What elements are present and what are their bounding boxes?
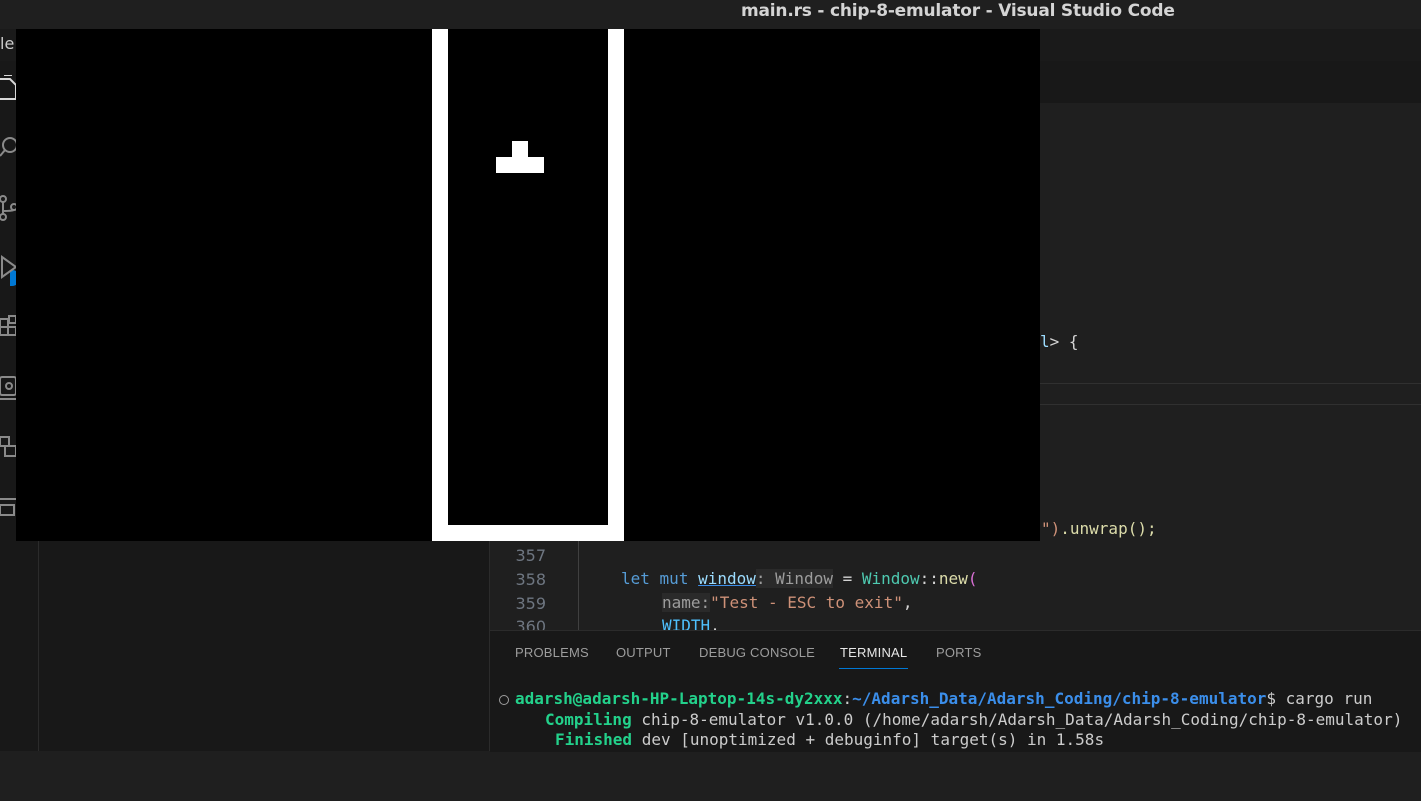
line-number: 358 bbox=[515, 570, 546, 589]
string-literal: "Test - ESC to exit" bbox=[710, 593, 903, 612]
editor-tabs-strip bbox=[1040, 61, 1421, 104]
line-number: 357 bbox=[515, 546, 546, 565]
finished-label: Finished bbox=[555, 730, 633, 749]
editor-divider bbox=[1040, 404, 1421, 405]
code-token: ") bbox=[1041, 519, 1061, 538]
type-hint: : Window bbox=[755, 569, 833, 588]
terminal-finished-line: Finished dev [unoptimized + debuginfo] t… bbox=[555, 730, 1104, 749]
title-bar: main.rs - chip-8-emulator - Visual Studi… bbox=[0, 0, 1421, 29]
variable-window[interactable]: window bbox=[698, 569, 756, 588]
code-token: = bbox=[832, 569, 862, 588]
type-window: Window bbox=[861, 569, 920, 588]
terminal-prompt-line: adarsh@adarsh-HP-Laptop-14s-dy2xxx:~/Ada… bbox=[515, 689, 1372, 708]
emulator-window[interactable] bbox=[16, 29, 1040, 541]
well-right-wall bbox=[608, 29, 624, 541]
tab-terminal[interactable]: TERMINAL bbox=[840, 645, 907, 660]
function-new: new bbox=[938, 569, 968, 588]
active-tab-indicator bbox=[839, 668, 908, 669]
code-token: ( bbox=[967, 569, 978, 588]
code-fragment-generic: l> { bbox=[1040, 332, 1079, 351]
terminal-path: ~/Adarsh_Data/Adarsh_Coding/chip-8-emula… bbox=[852, 689, 1267, 708]
line-number: 360 bbox=[515, 617, 546, 630]
keyword-mut: mut bbox=[659, 569, 689, 588]
well-floor bbox=[432, 525, 624, 541]
window-title: main.rs - chip-8-emulator - Visual Studi… bbox=[741, 1, 1175, 21]
code-token: .unwrap(); bbox=[1060, 519, 1157, 538]
explorer-sidebar bbox=[39, 541, 490, 751]
code-token: > { bbox=[1049, 332, 1079, 351]
finished-text: dev [unoptimized + debuginfo] target(s) … bbox=[632, 730, 1105, 749]
tab-debug-console[interactable]: DEBUG CONSOLE bbox=[699, 645, 815, 660]
code-fragment-unwrap: ").unwrap(); bbox=[1041, 519, 1157, 538]
bottom-panel: PROBLEMS OUTPUT DEBUG CONSOLE TERMINAL P… bbox=[490, 630, 1421, 752]
terminal-compiling-line: Compiling chip-8-emulator v1.0.0 (/home/… bbox=[545, 710, 1402, 729]
falling-piece-top bbox=[512, 141, 528, 157]
code-token: , bbox=[710, 616, 720, 630]
indent-guide bbox=[578, 541, 579, 630]
command-status-icon bbox=[499, 695, 509, 705]
keyword-let: let bbox=[621, 569, 650, 588]
editor-divider bbox=[1040, 383, 1421, 384]
constant-width: WIDTH bbox=[662, 616, 711, 630]
tab-problems[interactable]: PROBLEMS bbox=[515, 645, 589, 660]
code-token: :: bbox=[919, 569, 939, 588]
code-line-358: let mut window: Window = Window::new( bbox=[621, 569, 977, 588]
code-token: l bbox=[1040, 332, 1050, 351]
param-hint: name: bbox=[662, 593, 711, 612]
tab-output[interactable]: OUTPUT bbox=[616, 645, 671, 660]
well-left-wall bbox=[432, 29, 448, 541]
terminal-command: $ cargo run bbox=[1266, 689, 1373, 708]
compiling-label: Compiling bbox=[545, 710, 632, 729]
compiling-text: chip-8-emulator v1.0.0 (/home/adarsh/Ada… bbox=[631, 710, 1403, 729]
falling-piece-base bbox=[496, 157, 544, 173]
terminal[interactable]: adarsh@adarsh-HP-Laptop-14s-dy2xxx:~/Ada… bbox=[490, 687, 1402, 801]
code-line-359: name:"Test - ESC to exit", bbox=[662, 593, 912, 612]
code-token: , bbox=[902, 593, 913, 612]
tab-ports[interactable]: PORTS bbox=[936, 645, 982, 660]
line-number: 359 bbox=[515, 594, 546, 613]
menu-file[interactable]: le bbox=[0, 34, 14, 53]
code-line-360: WIDTH, bbox=[662, 616, 720, 630]
terminal-user-host: adarsh@adarsh-HP-Laptop-14s-dy2xxx bbox=[515, 689, 843, 708]
terminal-colon: : bbox=[842, 689, 853, 708]
